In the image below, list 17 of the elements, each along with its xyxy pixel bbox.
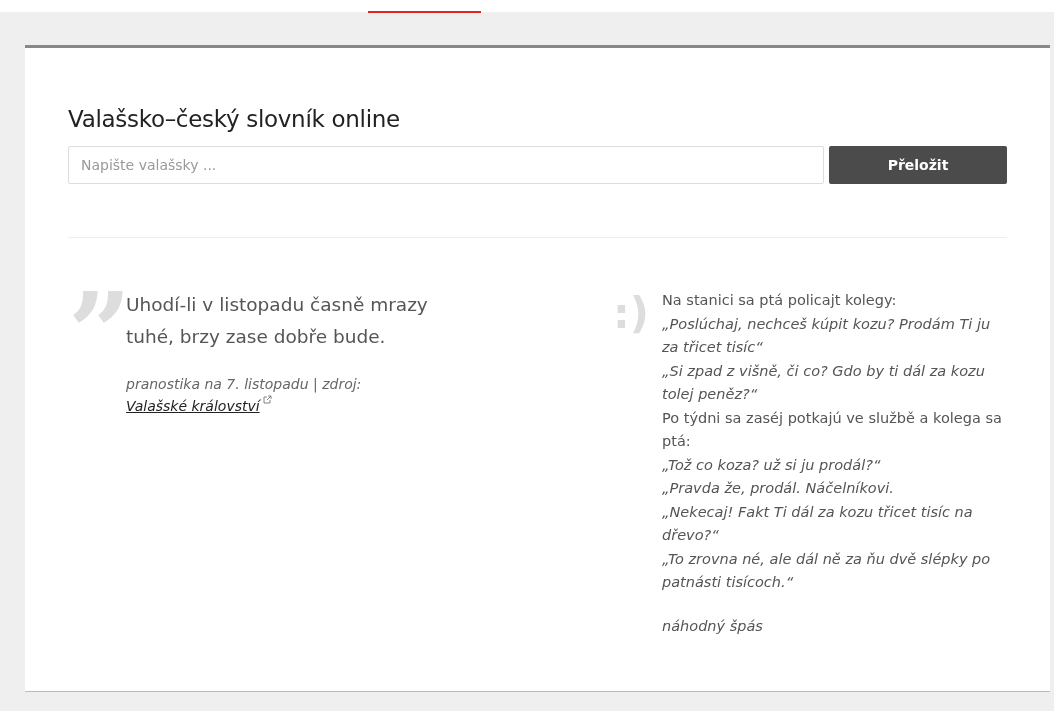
quote-mark: ” xyxy=(68,289,126,359)
source-link[interactable]: Valašské království xyxy=(126,398,260,414)
translate-button[interactable]: Přeložit xyxy=(829,146,1007,184)
search-field[interactable]: Napište valašsky ... xyxy=(68,146,824,184)
joke-caption: náhodný špás xyxy=(662,616,764,636)
narration-line: Na stanici sa ptá policajt kolegy: xyxy=(662,291,898,310)
dialogue-line: „Poslúchaj, nechceš kúpit kozu? Prodám Ti ju za třicet tisíc“ xyxy=(662,314,992,357)
page-title: Valašsko–český slovník online xyxy=(68,106,401,132)
narration-line: Po týdni sa zaséj potkajú ve službě a kolega sa ptá: xyxy=(662,408,1003,451)
smiley-mark: :) xyxy=(613,289,650,339)
dialogue-line: „Pravda že, prodál. Náčelníkovi. xyxy=(662,479,895,498)
dialogue-line: „To zrovna né, ale dál ně za ňu dvě slépky po patnásti tisícoch.“ xyxy=(662,549,992,592)
dialogue-line: „Tož co koza? už si ju prodál?“ xyxy=(662,455,882,475)
dialogue-line: „Nekecaj! Fakt Ti dál za kozu třicet tisíc na dřevo?“ xyxy=(662,502,974,545)
saying-source: pranostika na 7. listopadu | zdroj: Valašské království xyxy=(126,375,363,416)
saying-text: Uhodí-li v listopadu časně mrazy tuhé, brzy zase dobře bude. xyxy=(126,293,429,349)
dialogue-line: „Si zpad z višně, či co? Gdo by ti dál za kozu tolej peněz?“ xyxy=(662,361,986,404)
